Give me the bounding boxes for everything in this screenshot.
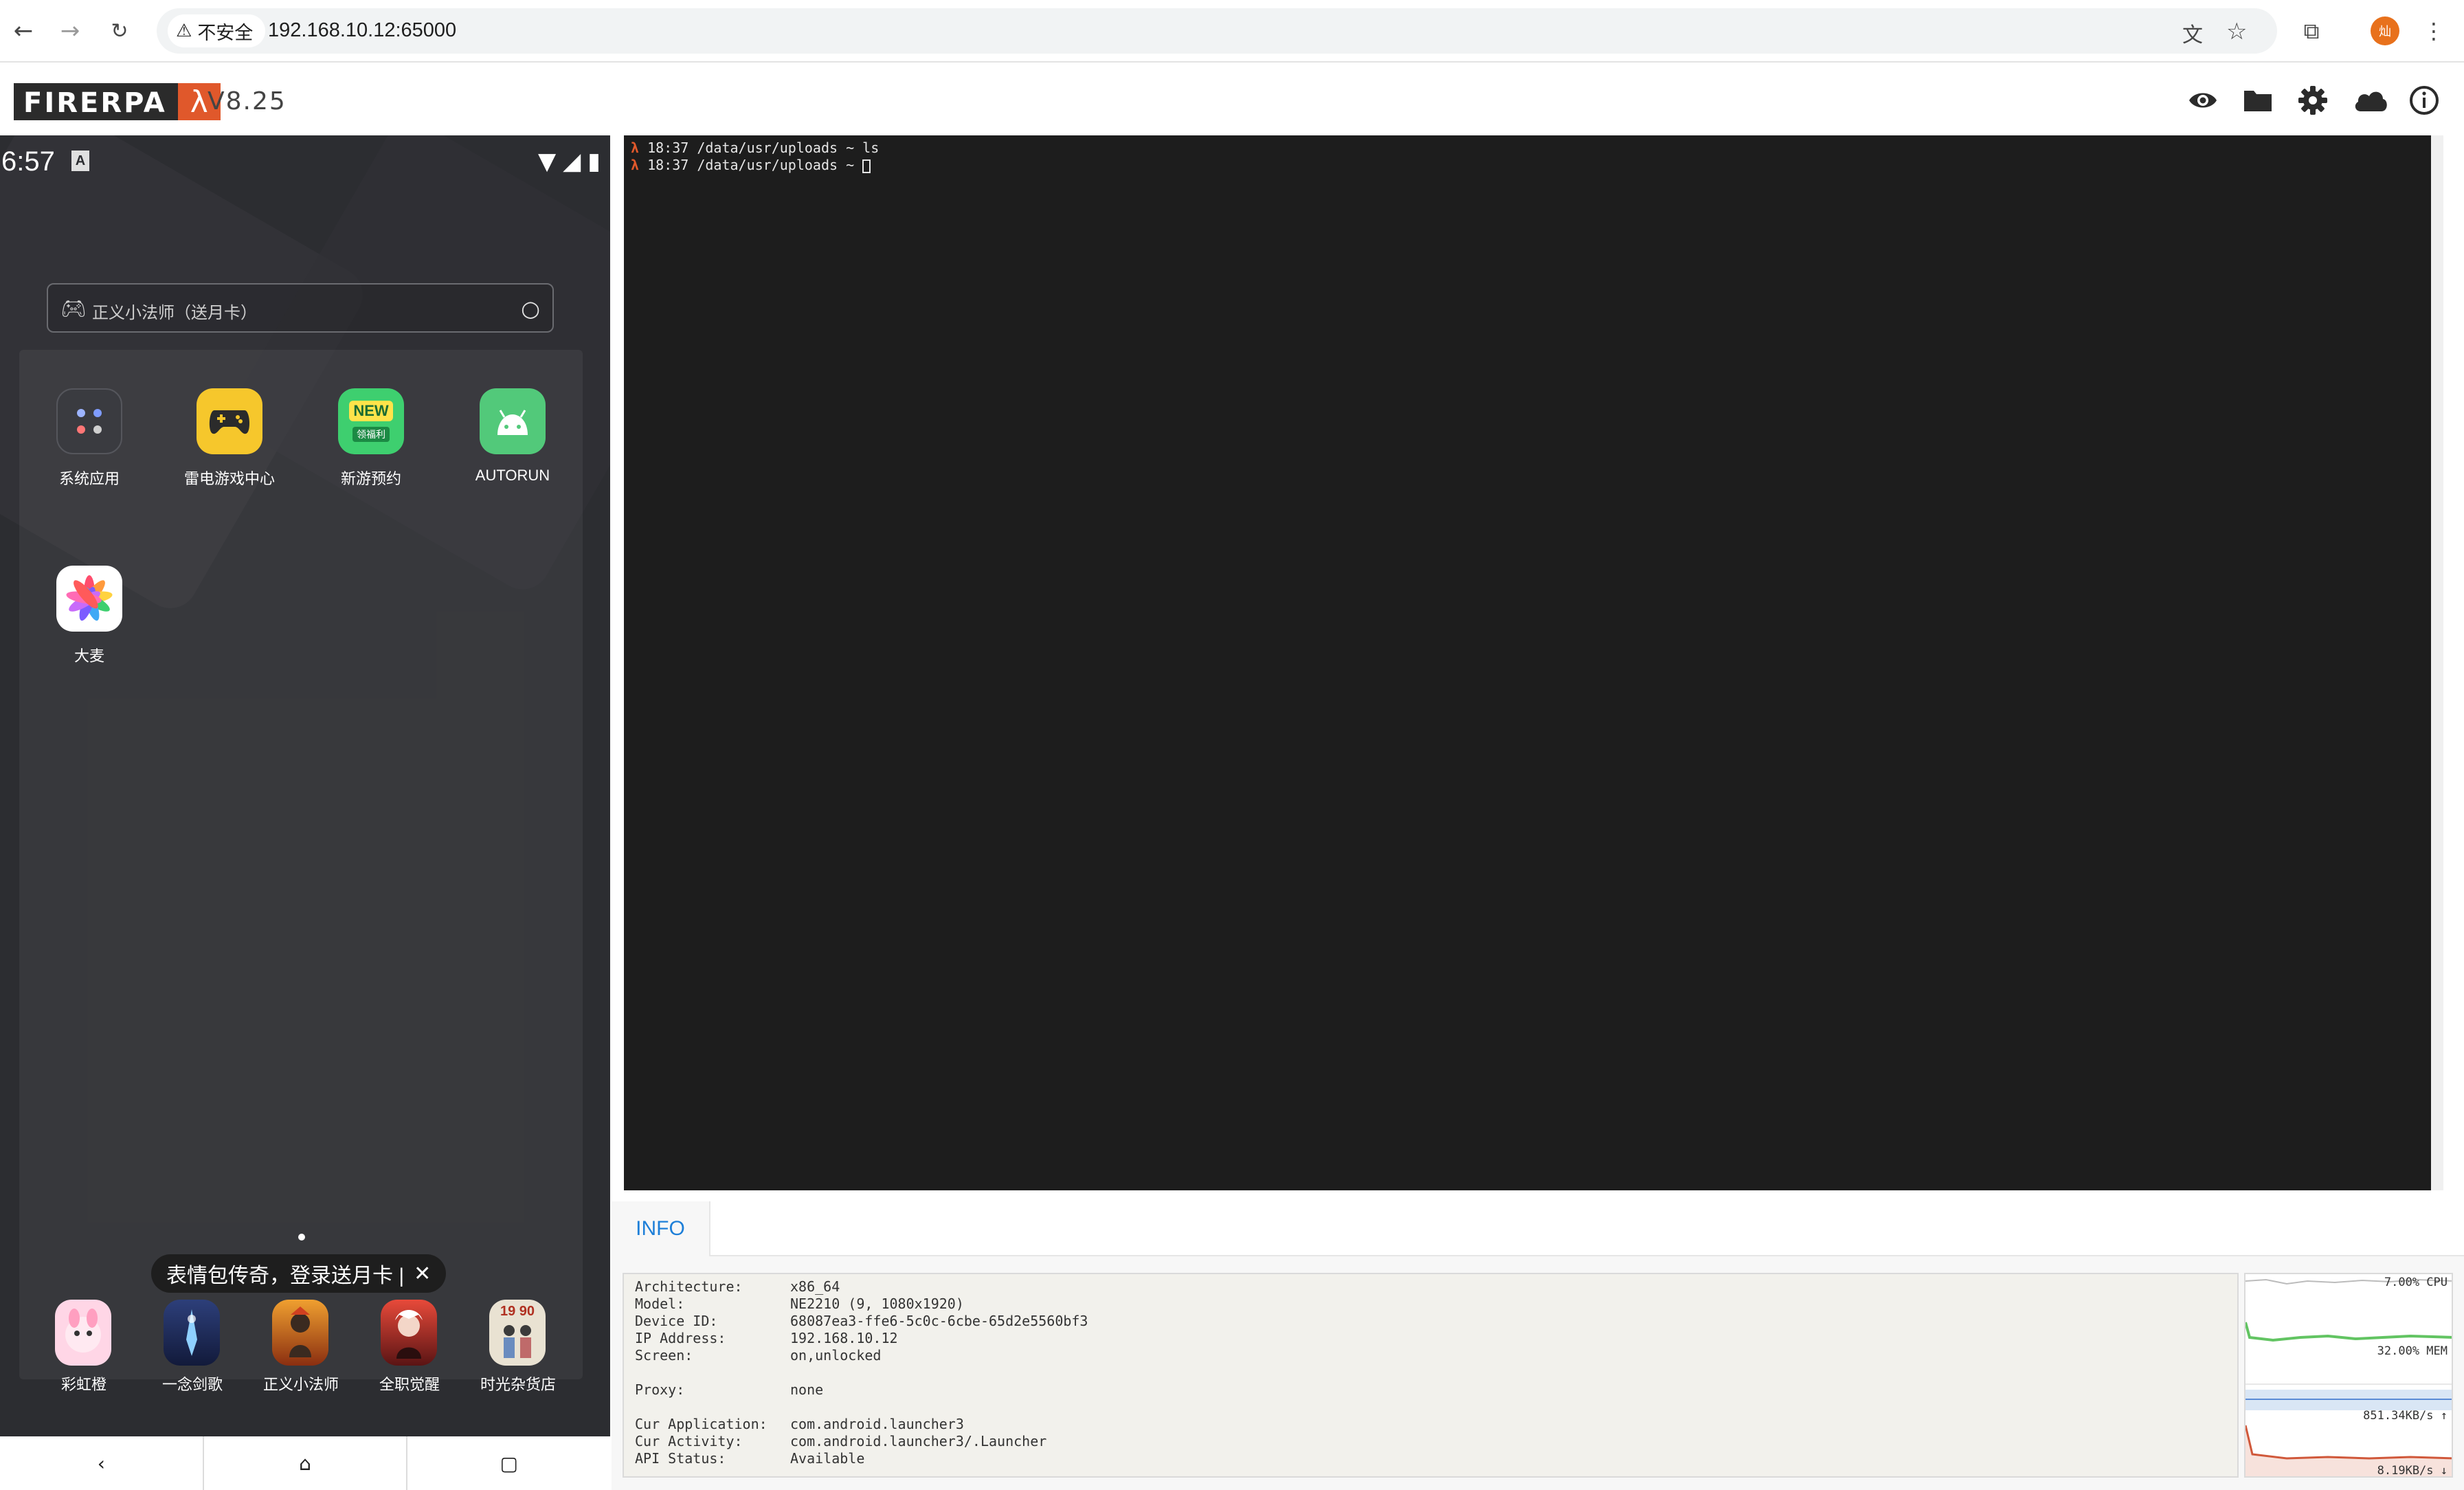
- eye-icon[interactable]: [2186, 84, 2219, 117]
- zhengyi-xiaofashi-game-icon[interactable]: [272, 1300, 328, 1366]
- info-row: [635, 1399, 2237, 1416]
- app-label: 新游预约: [340, 470, 401, 487]
- android-nav-bar: ‹ ⌂ ▢: [0, 1436, 610, 1490]
- translate-icon[interactable]: 文: [2182, 18, 2203, 48]
- terminal-scrollbar[interactable]: [2431, 135, 2443, 1190]
- new-badge: NEW: [349, 401, 393, 421]
- android-home-icon[interactable]: ⌂: [204, 1436, 408, 1490]
- app-header: FIRERPA λ V8.25: [0, 64, 2464, 135]
- address-bar[interactable]: ⚠ 不安全 192.168.10.12:65000 文 ☆: [157, 8, 2277, 54]
- mem-stat: 32.00% MEM: [2377, 1344, 2448, 1358]
- back-icon[interactable]: ←: [8, 16, 38, 46]
- status-icons: ▼ ◢ ▮: [538, 148, 601, 175]
- rainbow-orange-game-icon[interactable]: [55, 1300, 111, 1366]
- info-scrollbar[interactable]: [2237, 1277, 2239, 1465]
- firerpa-logo: FIRERPA λ: [14, 83, 221, 120]
- info-row: API Status: Available: [635, 1450, 865, 1467]
- search-placeholder: 正义小法师（送月卡）: [92, 304, 257, 322]
- resource-stats: 7.00% CPU 32.00% MEM 851.34KB/s ↑ 8.19KB…: [2244, 1273, 2453, 1478]
- profile-avatar[interactable]: 灿: [2371, 16, 2399, 45]
- device-screen[interactable]: 6:57 A ▼ ◢ ▮ 🎮︎ 正义小法师（送月卡） ○ 系统应用 雷电游戏中心…: [0, 135, 610, 1490]
- info-row: IP Address: 192.168.10.12: [635, 1330, 898, 1346]
- reload-icon[interactable]: ↻: [104, 16, 135, 46]
- android-back-icon[interactable]: ‹: [0, 1436, 204, 1490]
- url-text[interactable]: 192.168.10.12:65000: [268, 19, 456, 42]
- info-row: Screen: on,unlocked: [635, 1347, 882, 1364]
- promo-toast[interactable]: 表情包传奇，登录送月卡 | ✕: [151, 1254, 447, 1293]
- shiguang-zahuodian-game-icon[interactable]: 19 90: [489, 1300, 546, 1366]
- upload-stat: 851.34KB/s ↑: [2363, 1409, 2448, 1423]
- search-icon[interactable]: ○: [521, 296, 540, 322]
- app-label: 大麦: [74, 647, 104, 665]
- logo-text: FIRERPA: [14, 83, 178, 120]
- game-search-bar[interactable]: 🎮︎ 正义小法师（送月卡） ○: [47, 283, 554, 333]
- security-chip[interactable]: ⚠ 不安全: [168, 14, 266, 47]
- device-info-box: Architecture: x86_64 Model: NE2210 (9, 108…: [623, 1273, 2239, 1478]
- dock-label: 时光杂货店: [480, 1376, 556, 1393]
- app-label: 系统应用: [58, 470, 120, 487]
- info-panel: INFO Architecture: x86_64 Model: NE2210 (9…: [612, 1201, 2464, 1490]
- android-recents-icon[interactable]: ▢: [407, 1436, 610, 1490]
- bookmark-star-icon[interactable]: ☆: [2226, 18, 2247, 45]
- info-row: Cur Activity: com.android.launcher3/.Laun…: [635, 1433, 1047, 1449]
- system-apps-folder-icon[interactable]: [56, 388, 122, 454]
- gamepad-icon: 🎮︎: [60, 297, 87, 321]
- wifi-icon: ▼: [537, 148, 557, 175]
- folder-icon[interactable]: [2241, 84, 2274, 117]
- stats-sparklines: [2245, 1278, 2452, 1476]
- cpu-stat: 7.00% CPU: [2384, 1276, 2448, 1289]
- warning-icon: ⚠: [176, 21, 192, 41]
- app-label: AUTORUN: [475, 467, 550, 484]
- browser-menu-icon[interactable]: ⋮: [2419, 16, 2449, 46]
- tab-info[interactable]: INFO: [612, 1201, 710, 1256]
- terminal-line: λ 18:37 /data/usr/uploads ~ ls: [631, 140, 880, 156]
- security-label: 不安全: [197, 22, 254, 44]
- new-game-preorder-icon[interactable]: NEW 领福利: [338, 388, 404, 454]
- terminal[interactable]: λ 18:37 /data/usr/uploads ~ ls λ 18:37 /…: [624, 135, 2431, 1190]
- status-time: 6:57: [1, 146, 55, 177]
- welfare-badge: 领福利: [352, 427, 390, 442]
- terminal-line: λ 18:37 /data/usr/uploads ~: [631, 157, 2424, 174]
- info-row: Proxy: none: [635, 1381, 824, 1398]
- android-autorun-icon[interactable]: [480, 388, 546, 454]
- version-label: V8.25: [208, 87, 287, 115]
- yinian-jiange-game-icon[interactable]: [164, 1300, 220, 1366]
- forward-icon[interactable]: →: [55, 16, 85, 46]
- gear-icon[interactable]: [2296, 84, 2329, 117]
- signal-icon: ◢: [563, 148, 581, 175]
- home-panel: [19, 350, 583, 1379]
- cloud-icon[interactable]: [2351, 84, 2390, 117]
- battery-icon: ▮: [587, 148, 601, 175]
- browser-toolbar: ← → ↻ ⚠ 不安全 192.168.10.12:65000 文 ☆ ⧉ 灿 …: [0, 0, 2464, 63]
- damai-icon[interactable]: [56, 566, 122, 632]
- quanzhi-juexing-game-icon[interactable]: [381, 1300, 437, 1366]
- status-badge: A: [71, 151, 89, 171]
- info-row: Architecture: x86_64: [635, 1278, 840, 1295]
- info-icon[interactable]: [2408, 84, 2441, 117]
- extensions-icon[interactable]: ⧉: [2296, 16, 2327, 46]
- page-indicator: [298, 1234, 305, 1241]
- game-center-icon[interactable]: [197, 388, 262, 454]
- download-stat: 8.19KB/s ↓: [2377, 1464, 2448, 1478]
- info-row: [635, 1364, 2237, 1381]
- info-row: Cur Application: com.android.launcher3: [635, 1416, 964, 1432]
- info-row: Model: NE2210 (9, 1080x1920): [635, 1296, 964, 1312]
- info-row: Device ID: 68087ea3-ffe6-5c0c-6cbe-65d2e5…: [635, 1313, 1088, 1329]
- icon-year-text: 19 90: [500, 1304, 535, 1319]
- tab-strip: INFO: [612, 1201, 2464, 1256]
- toast-text: 表情包传奇，登录送月卡 |: [166, 1265, 405, 1287]
- terminal-cursor: [862, 159, 871, 173]
- app-label: 雷电游戏中心: [183, 470, 275, 487]
- close-icon[interactable]: ✕: [414, 1262, 431, 1286]
